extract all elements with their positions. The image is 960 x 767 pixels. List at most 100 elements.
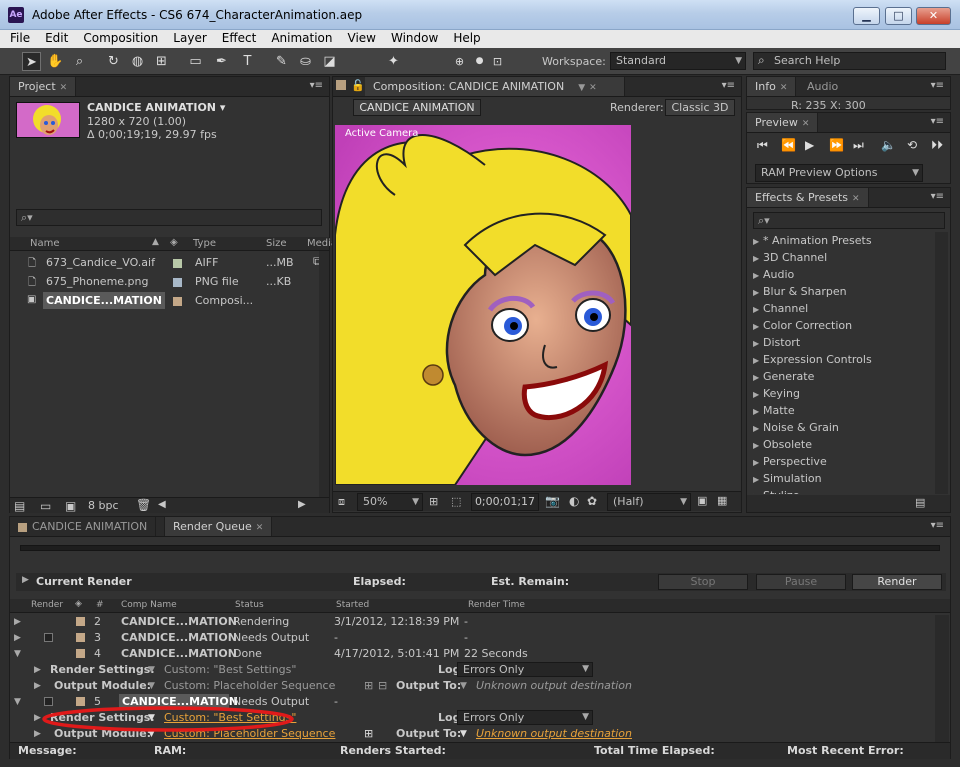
ram-preview-options-dropdown[interactable]: RAM Preview Options ▼ bbox=[755, 164, 923, 182]
panel-menu-icon[interactable]: ▾≡ bbox=[931, 80, 944, 91]
render-settings-value[interactable]: Custom: "Best Settings" bbox=[164, 662, 296, 678]
label-tag-icon[interactable]: ◈ bbox=[75, 599, 82, 609]
tab-effects-presets[interactable]: Effects & Presets ✕ bbox=[747, 188, 869, 207]
collapse-triangle-icon[interactable]: ▼ bbox=[14, 646, 21, 662]
menu-help[interactable]: Help bbox=[443, 30, 485, 46]
ram-preview-icon[interactable]: ⏵⏵ bbox=[931, 138, 943, 153]
pan-behind-icon[interactable]: ⊞ bbox=[152, 52, 171, 71]
tab-audio[interactable]: Audio bbox=[799, 77, 847, 96]
effects-category[interactable]: ▶ Audio bbox=[753, 266, 928, 283]
expand-triangle-icon[interactable]: ▶ bbox=[753, 420, 763, 437]
close-icon[interactable]: ✕ bbox=[852, 194, 860, 204]
comp-viewer[interactable]: Active Camera bbox=[335, 125, 631, 485]
hand-tool-icon[interactable]: ✋ bbox=[46, 52, 65, 71]
column-size[interactable]: Size bbox=[266, 238, 287, 249]
fit-region-icon[interactable]: ⊞ bbox=[429, 495, 438, 508]
project-search-input[interactable]: ⌕▾ bbox=[16, 209, 322, 226]
new-composition-icon[interactable]: ▣ bbox=[65, 499, 76, 513]
expand-triangle-icon[interactable]: ▶ bbox=[753, 301, 763, 318]
label-color-swatch[interactable] bbox=[173, 297, 182, 306]
minimize-button[interactable]: ▁ bbox=[853, 7, 880, 25]
bit-depth-button[interactable]: 8 bpc bbox=[88, 499, 119, 512]
new-folder-icon[interactable]: ▭ bbox=[40, 499, 51, 513]
expand-triangle-icon[interactable]: ▶ bbox=[753, 284, 763, 301]
render-checkbox[interactable] bbox=[44, 633, 53, 642]
output-to-value[interactable]: Unknown output destination bbox=[476, 678, 632, 694]
expand-triangle-icon[interactable]: ▶ bbox=[753, 369, 763, 386]
stop-button[interactable]: Stop bbox=[658, 574, 748, 590]
toggle-mask-icon[interactable]: ⬚ bbox=[451, 495, 461, 508]
previous-frame-icon[interactable]: ⏪ bbox=[781, 138, 796, 152]
effects-category[interactable]: ▶ Generate bbox=[753, 368, 928, 385]
view-axis-icon[interactable]: ⊡ bbox=[488, 52, 507, 71]
expand-triangle-icon[interactable]: ▶ bbox=[753, 250, 763, 267]
label-color-swatch[interactable] bbox=[76, 649, 85, 658]
tab-timeline-candice[interactable]: CANDICE ANIMATION bbox=[10, 517, 157, 536]
expand-triangle-icon[interactable]: ▶ bbox=[14, 614, 21, 630]
project-item-audio[interactable]: 🗋 673_Candice_VO.aif AIFF ...MB ⧉ bbox=[10, 253, 329, 272]
add-output-module-icon[interactable]: ⊞ bbox=[364, 726, 373, 742]
label-color-swatch[interactable] bbox=[76, 633, 85, 642]
column-comp-name[interactable]: Comp Name bbox=[121, 600, 177, 610]
expand-triangle-icon[interactable]: ▶ bbox=[34, 662, 41, 678]
expand-triangle-icon[interactable]: ▶ bbox=[753, 386, 763, 403]
next-frame-icon[interactable]: ⏩ bbox=[829, 138, 844, 152]
expand-triangle-icon[interactable]: ▶ bbox=[753, 352, 763, 369]
pause-button[interactable]: Pause bbox=[756, 574, 846, 590]
transparency-grid-icon[interactable]: ▦ bbox=[717, 494, 727, 507]
effects-category[interactable]: ▶ Color Correction bbox=[753, 317, 928, 334]
tab-info[interactable]: Info ✕ bbox=[747, 77, 797, 96]
output-module-value[interactable]: Custom: Placeholder Sequence bbox=[164, 678, 335, 694]
type-tool-icon[interactable]: T bbox=[238, 52, 257, 71]
expand-triangle-icon[interactable]: ▶ bbox=[34, 678, 41, 694]
clone-stamp-icon[interactable]: ⛀ bbox=[296, 52, 315, 71]
panel-menu-icon[interactable]: ▾≡ bbox=[931, 116, 944, 127]
zoom-tool-icon[interactable]: ⌕ bbox=[70, 52, 89, 71]
menu-window[interactable]: Window bbox=[381, 30, 443, 46]
first-frame-icon[interactable]: ⏮ bbox=[757, 138, 768, 153]
tab-composition[interactable]: Composition: CANDICE ANIMATION ▼ ✕ bbox=[365, 77, 625, 96]
project-item-comp[interactable]: ▣ CANDICE...MATION Composi... bbox=[10, 291, 329, 310]
expand-triangle-icon[interactable]: ▶ bbox=[753, 335, 763, 352]
expand-triangle-icon[interactable]: ▶ bbox=[22, 575, 29, 585]
menu-view[interactable]: View bbox=[338, 30, 381, 46]
close-icon[interactable]: ✕ bbox=[589, 83, 597, 93]
new-preset-icon[interactable]: ▤ bbox=[915, 496, 925, 509]
current-time-display[interactable]: 0;00;01;17 bbox=[471, 493, 539, 511]
interpret-footage-icon[interactable]: ▤ bbox=[14, 499, 25, 513]
effects-search-input[interactable]: ⌕▾ bbox=[753, 212, 945, 229]
channel-rgb-icon[interactable]: ✿ bbox=[587, 494, 597, 508]
effects-category[interactable]: ▶ Noise & Grain bbox=[753, 419, 928, 436]
last-frame-icon[interactable]: ⏭ bbox=[853, 138, 864, 153]
effects-category[interactable]: ▶ Simulation bbox=[753, 470, 928, 487]
column-status[interactable]: Status bbox=[235, 600, 264, 610]
effects-category[interactable]: ▶ Obsolete bbox=[753, 436, 928, 453]
add-output-module-icon[interactable]: ⊞ bbox=[364, 678, 373, 694]
panel-menu-icon[interactable]: ▾≡ bbox=[931, 520, 944, 531]
label-color-swatch[interactable] bbox=[173, 259, 182, 268]
chevron-down-icon[interactable]: ▼ bbox=[148, 662, 155, 678]
log-dropdown[interactable]: Errors Only ▼ bbox=[457, 662, 593, 677]
selection-tool-icon[interactable]: ➤ bbox=[22, 52, 41, 71]
search-help-input[interactable]: Search Help bbox=[753, 52, 946, 70]
tab-render-queue[interactable]: Render Queue ✕ bbox=[164, 517, 273, 536]
chevron-down-icon[interactable]: ▼ bbox=[460, 678, 467, 694]
chevron-down-icon[interactable]: ▼ bbox=[460, 726, 467, 742]
resolution-dropdown[interactable]: (Half) ▼ bbox=[607, 493, 691, 511]
workspace-dropdown[interactable]: Standard ▼ bbox=[610, 52, 746, 70]
output-to-value[interactable]: Unknown output destination bbox=[476, 726, 632, 742]
expand-triangle-icon[interactable]: ▶ bbox=[753, 267, 763, 284]
eraser-icon[interactable]: ◪ bbox=[320, 52, 339, 71]
project-scrollbar[interactable] bbox=[319, 251, 329, 497]
effects-category[interactable]: ▶ Expression Controls bbox=[753, 351, 928, 368]
expand-triangle-icon[interactable]: ▶ bbox=[753, 454, 763, 471]
pen-tool-icon[interactable]: ✒ bbox=[212, 52, 231, 71]
column-type[interactable]: Type bbox=[193, 238, 216, 249]
snapshot-camera-icon[interactable]: 📷 bbox=[545, 494, 560, 508]
close-icon[interactable]: ✕ bbox=[802, 119, 810, 129]
render-queue-scrollbar[interactable] bbox=[935, 615, 949, 743]
sort-ascending-icon[interactable]: ▲ bbox=[152, 237, 159, 247]
renderer-button[interactable]: Classic 3D bbox=[665, 99, 735, 116]
show-snapshot-icon[interactable]: ◐ bbox=[569, 494, 579, 508]
world-axis-icon[interactable]: ● bbox=[470, 52, 489, 71]
